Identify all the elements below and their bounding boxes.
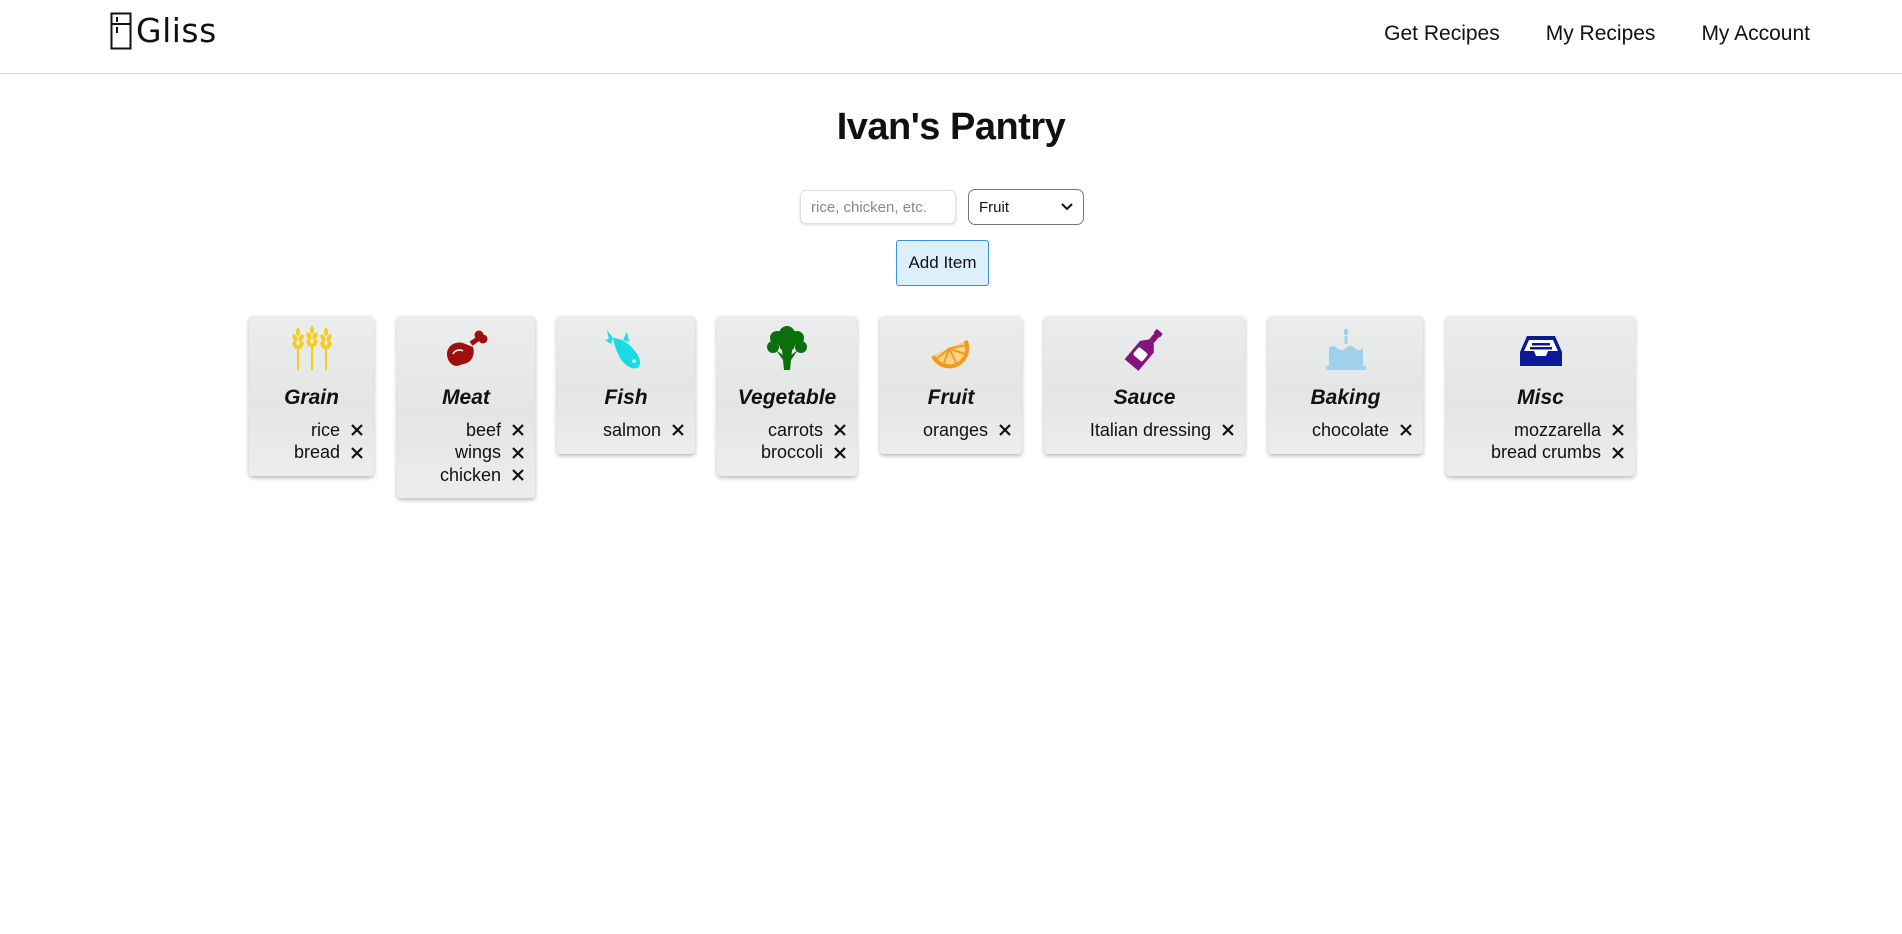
fridge-icon xyxy=(110,12,132,49)
close-icon[interactable] xyxy=(1221,423,1235,437)
category-card-fish: Fish salmon xyxy=(557,316,695,454)
navbar: Gliss Get Recipes My Recipes My Account xyxy=(0,0,1902,74)
close-icon[interactable] xyxy=(833,423,847,437)
list-item: bread crumbs xyxy=(1491,442,1625,465)
list-item: mozzarella xyxy=(1491,419,1625,442)
list-item: bread xyxy=(294,442,364,465)
category-title: Baking xyxy=(1310,386,1381,409)
list-item: chicken xyxy=(440,464,525,487)
item-name: oranges xyxy=(922,419,988,440)
category-card-baking: Baking chocolate xyxy=(1268,316,1423,454)
category-title: Misc xyxy=(1517,386,1564,409)
item-name: mozzarella xyxy=(1513,419,1601,440)
list-item: oranges xyxy=(923,419,1012,442)
cake-icon xyxy=(1325,328,1366,370)
category-card-sauce: Sauce Italian dressing xyxy=(1044,316,1245,454)
inbox-icon xyxy=(1519,336,1562,366)
item-name: beef xyxy=(465,419,501,440)
page-title: Ivan's Pantry xyxy=(836,106,1066,148)
category-title: Sauce xyxy=(1113,386,1176,409)
nav-my-recipes[interactable]: My Recipes xyxy=(1546,22,1656,46)
category-card-grain: Grain rice bread xyxy=(249,316,374,476)
close-icon[interactable] xyxy=(350,446,364,460)
category-title: Fish xyxy=(604,386,648,409)
list-item: rice xyxy=(294,419,364,442)
close-icon[interactable] xyxy=(511,423,525,437)
close-icon[interactable] xyxy=(1611,423,1625,437)
item-name: bread xyxy=(293,442,340,463)
nav-my-account[interactable]: My Account xyxy=(1701,22,1810,46)
close-icon[interactable] xyxy=(998,423,1012,437)
list-item: salmon xyxy=(603,419,685,442)
chevron-down-icon xyxy=(1061,203,1073,211)
close-icon[interactable] xyxy=(833,446,847,460)
list-item: chocolate xyxy=(1312,419,1413,442)
category-title: Vegetable xyxy=(737,386,837,409)
category-card-fruit: Fruit oranges xyxy=(880,316,1022,454)
list-item: beef xyxy=(440,419,525,442)
close-icon[interactable] xyxy=(511,446,525,460)
category-card-meat: Meat beef wings chicken xyxy=(397,316,535,498)
item-list: oranges xyxy=(923,419,1012,442)
add-item-button[interactable]: Add Item xyxy=(896,240,989,286)
brand-name: Gliss xyxy=(136,11,217,50)
item-name: bread crumbs xyxy=(1490,442,1601,463)
item-list: chocolate xyxy=(1312,419,1413,442)
category-title: Meat xyxy=(442,386,490,409)
close-icon[interactable] xyxy=(1611,446,1625,460)
nav-links: Get Recipes My Recipes My Account xyxy=(1384,22,1810,46)
category-title: Fruit xyxy=(927,386,975,409)
wheat-icon xyxy=(291,326,332,370)
close-icon[interactable] xyxy=(511,468,525,482)
item-name: chicken xyxy=(439,464,501,485)
item-list: mozzarella bread crumbs xyxy=(1491,419,1625,464)
item-name: Italian dressing xyxy=(1089,419,1211,440)
category-card-vegetable: Vegetable carrots broccoli xyxy=(717,316,857,476)
item-input[interactable] xyxy=(800,190,956,224)
item-name: wings xyxy=(454,442,501,463)
meat-icon xyxy=(447,330,488,366)
item-list: rice bread xyxy=(294,419,364,464)
category-select[interactable]: Fruit xyxy=(968,189,1084,225)
list-item: Italian dressing xyxy=(1090,419,1235,442)
item-name: broccoli xyxy=(760,442,823,463)
category-card-misc: Misc mozzarella bread crumbs xyxy=(1446,316,1635,476)
item-name: salmon xyxy=(602,419,661,440)
broccoli-icon xyxy=(767,326,807,370)
list-item: carrots xyxy=(761,419,847,442)
close-icon[interactable] xyxy=(350,423,364,437)
brand-logo[interactable]: Gliss xyxy=(110,11,217,50)
category-title: Grain xyxy=(284,386,339,409)
category-select-value: Fruit xyxy=(979,198,1009,216)
item-list: beef wings chicken xyxy=(440,419,525,487)
close-icon[interactable] xyxy=(1399,423,1413,437)
list-item: wings xyxy=(440,442,525,465)
item-list: salmon xyxy=(603,419,685,442)
item-list: carrots broccoli xyxy=(761,419,847,464)
item-name: chocolate xyxy=(1311,419,1389,440)
orange-slice-icon xyxy=(931,339,970,369)
item-list: Italian dressing xyxy=(1090,419,1235,442)
item-name: rice xyxy=(310,419,340,440)
item-name: carrots xyxy=(767,419,823,440)
close-icon[interactable] xyxy=(671,423,685,437)
nav-get-recipes[interactable]: Get Recipes xyxy=(1384,22,1500,46)
list-item: broccoli xyxy=(761,442,847,465)
bottle-icon xyxy=(1124,329,1162,371)
fish-icon xyxy=(605,330,640,369)
